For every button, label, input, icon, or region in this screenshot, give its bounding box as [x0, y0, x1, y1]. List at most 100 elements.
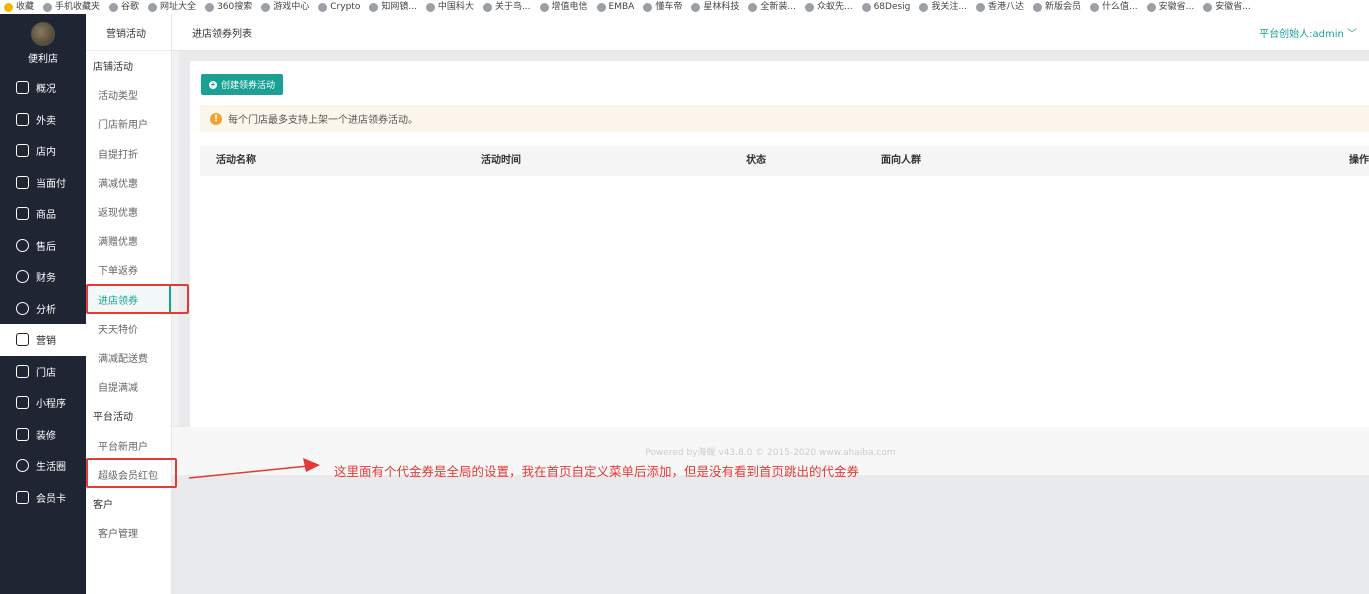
main-nav-item[interactable]: 门店: [0, 356, 86, 388]
main-nav-item[interactable]: 分析: [0, 293, 86, 325]
globe-icon: [1033, 2, 1042, 12]
main-nav-item[interactable]: 营销: [0, 324, 86, 356]
bookmark-item[interactable]: 懂车帝: [643, 0, 682, 14]
car-icon: [643, 2, 653, 12]
bookmark-label: 星林科技: [703, 2, 740, 12]
bookmark-item[interactable]: 68Desig: [861, 0, 910, 14]
main-nav-label: 外卖: [36, 115, 56, 127]
bookmark-item[interactable]: 谷歌: [109, 0, 139, 14]
star-icon: [4, 2, 13, 12]
bookmark-item[interactable]: 关于鸟...: [482, 0, 531, 14]
main-nav-item[interactable]: 会员卡: [0, 482, 86, 514]
bookmark-item[interactable]: 什么值...: [1090, 0, 1138, 14]
main-nav-item[interactable]: 店内: [0, 135, 86, 167]
sidebar-scrollbar[interactable]: [172, 36, 179, 426]
sub-nav-item[interactable]: 满减配送费: [86, 343, 171, 372]
sub-nav-item[interactable]: 进店领券: [86, 284, 171, 314]
main-nav-item[interactable]: 小程序: [0, 387, 86, 419]
bookmark-item[interactable]: 众蚁先...: [804, 0, 853, 14]
globe-icon: [318, 2, 328, 12]
main-nav-label: 商品: [36, 210, 56, 222]
goods-icon: [16, 207, 29, 221]
main-content: + 创建领券活动 ! 每个门店最多支持上架一个进店领券活动。 活动名称 活动时间…: [190, 61, 1369, 427]
bookmark-item[interactable]: 安徽省...: [1203, 0, 1251, 14]
bookmark-item[interactable]: 全新装...: [748, 0, 796, 14]
main-nav-label: 分析: [36, 304, 56, 316]
sub-nav-item[interactable]: 活动类型: [86, 80, 171, 109]
main-nav-item[interactable]: 概况: [0, 72, 86, 104]
bookmark-item[interactable]: EMBA: [596, 0, 634, 14]
column-header: 状态: [746, 155, 766, 166]
user-menu[interactable]: 平台创始人:admin ﹀: [1259, 25, 1357, 40]
annotation-text: 这里面有个代金券是全局的设置，我在首页自定义菜单后添加，但是没有看到首页跳出的代…: [334, 464, 860, 479]
bookmark-item[interactable]: 星林科技: [691, 0, 739, 14]
bookmark-item[interactable]: 知网镜...: [369, 0, 417, 14]
bookmark-label: 我关注...: [931, 2, 967, 12]
sub-nav-item[interactable]: 返现优惠: [86, 197, 171, 226]
bookmark-item[interactable]: 360搜索: [205, 0, 252, 14]
main-nav-item[interactable]: 商品: [0, 198, 86, 230]
globe-icon: [975, 2, 985, 12]
create-coupon-activity-button[interactable]: + 创建领券活动: [201, 74, 284, 95]
brand[interactable]: 便利店: [0, 14, 86, 72]
main-nav-label: 当面付: [36, 178, 66, 190]
aftersale-icon: [16, 238, 29, 252]
overview-icon: [16, 81, 29, 95]
sub-nav-item[interactable]: 客户管理: [86, 518, 171, 547]
bookmark-item[interactable]: 中国科大: [425, 0, 474, 14]
sub-nav-item[interactable]: 下单返券: [86, 255, 171, 284]
store-icon: [16, 144, 29, 158]
footer-text: Powered by海鲅 v43.8.0 © 2015-2020 www.aha…: [645, 447, 896, 458]
main-nav-item[interactable]: 装修: [0, 419, 86, 451]
bookmark-label: 游戏中心: [273, 2, 310, 12]
decorate-icon: [16, 427, 29, 441]
globe-icon: [148, 2, 158, 12]
bookmark-label: 懂车帝: [655, 2, 683, 12]
sub-nav-item[interactable]: 满减优惠: [86, 168, 171, 197]
sub-nav-item[interactable]: 天天特价: [86, 314, 171, 343]
main-nav-label: 生活圈: [36, 462, 66, 474]
card-icon: [16, 490, 29, 504]
bookmark-item[interactable]: 新版会员: [1033, 0, 1081, 14]
bookmark-item[interactable]: 网址大全: [148, 0, 196, 14]
bookmark-label: 什么值...: [1102, 2, 1138, 12]
search-icon: [205, 2, 215, 12]
bookmark-item[interactable]: 香港八达: [975, 0, 1024, 14]
page-title: 进店领券列表: [192, 28, 252, 40]
bookmark-label: 全新装...: [760, 2, 796, 12]
bookmark-item[interactable]: 我关注...: [919, 0, 967, 14]
takeout-icon: [16, 112, 29, 126]
sub-nav-item[interactable]: 平台新用户: [86, 430, 171, 459]
main-nav-item[interactable]: 当面付: [0, 167, 86, 199]
pay-icon: [16, 175, 29, 189]
sub-nav-item[interactable]: 自提满减: [86, 372, 171, 401]
bookmark-item[interactable]: 增值电信: [539, 0, 588, 14]
column-header: 活动时间: [481, 155, 521, 166]
bookmark-label: 众蚁先...: [816, 2, 853, 12]
bookmark-item[interactable]: 收藏: [4, 0, 34, 14]
bookmark-label: 360搜索: [217, 2, 253, 12]
bookmark-item[interactable]: 手机收藏夹: [43, 0, 100, 14]
bookmark-label: 中国科大: [437, 2, 474, 12]
bookmark-label: 新版会员: [1045, 2, 1082, 12]
globe-icon: [369, 2, 379, 12]
bookmark-item[interactable]: 安徽省...: [1146, 0, 1194, 14]
sub-nav-group-title: 平台活动: [93, 412, 133, 424]
globe-icon: [1146, 2, 1156, 12]
bookmark-label: 网址大全: [160, 2, 197, 12]
main-nav-item[interactable]: 生活圈: [0, 450, 86, 482]
sub-nav-item[interactable]: 超级会员红包: [86, 460, 171, 489]
sub-nav-item[interactable]: 满赠优惠: [86, 226, 171, 255]
main-nav-label: 概况: [36, 84, 56, 96]
sub-nav-item[interactable]: 门店新用户: [86, 109, 171, 138]
bookmark-item[interactable]: 游戏中心: [261, 0, 309, 14]
create-button-label: 创建领券活动: [221, 80, 276, 90]
main-nav-item[interactable]: 外卖: [0, 104, 86, 136]
bookmark-item[interactable]: Crypto: [318, 0, 360, 14]
secondary-sidebar-title: 营销活动: [86, 14, 171, 51]
main-nav-item[interactable]: 财务: [0, 261, 86, 293]
bookmark-label: 谷歌: [121, 2, 140, 12]
bookmark-label: Crypto: [330, 2, 361, 12]
sub-nav-item[interactable]: 自提打折: [86, 139, 171, 168]
main-nav-item[interactable]: 售后: [0, 230, 86, 262]
